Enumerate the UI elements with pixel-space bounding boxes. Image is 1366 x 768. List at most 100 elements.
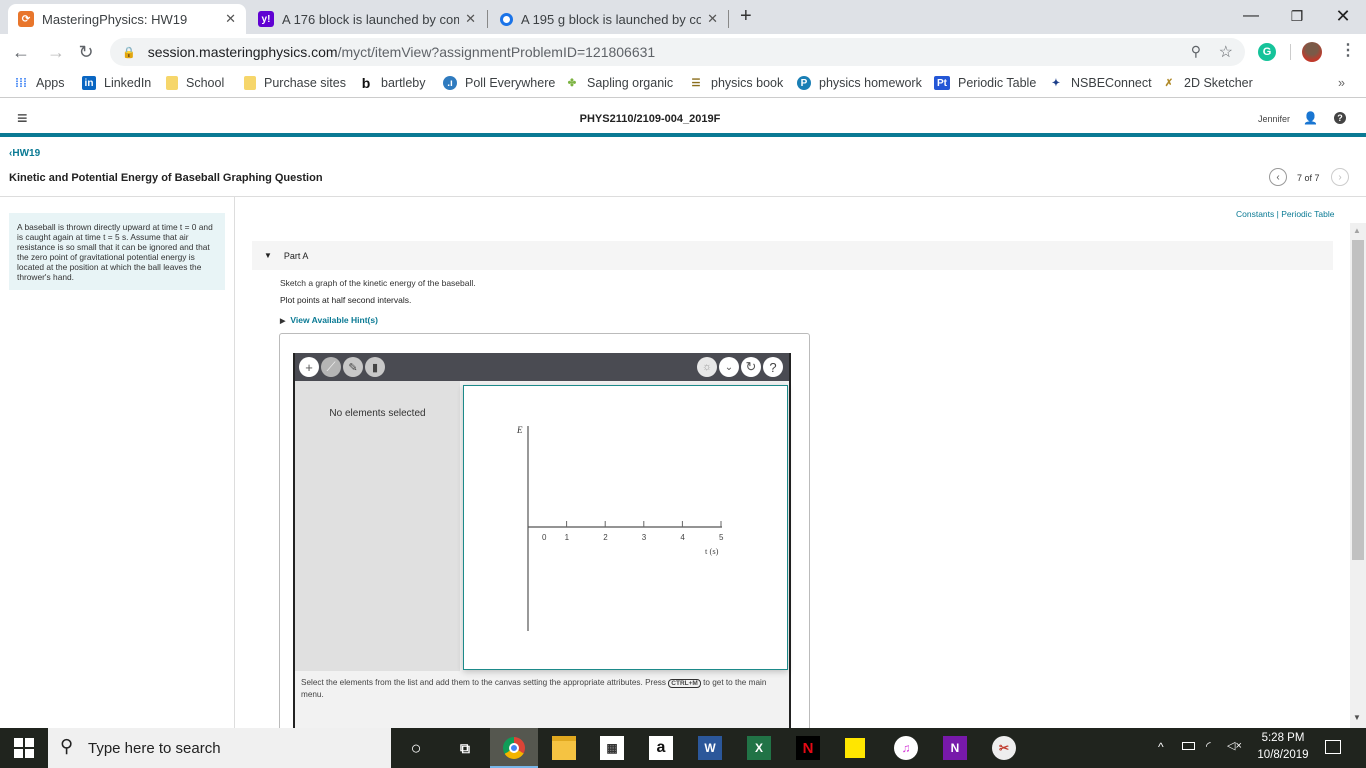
bookmark-physics-book[interactable]: ☰ physics book	[689, 76, 784, 90]
chevron-down-icon[interactable]: ⌄	[719, 357, 739, 377]
restore-button[interactable]: ❐	[1274, 0, 1320, 32]
bookmark-nsbeconnect[interactable]: ✦ NSBEConnect	[1049, 76, 1152, 90]
zoom-magnifier-icon[interactable]: ⚲	[1191, 43, 1201, 60]
help-question-icon[interactable]: ?	[763, 357, 783, 377]
snipping-tool-icon[interactable]: ✂	[992, 736, 1016, 760]
bookmark-periodic-table[interactable]: Pt Periodic Table	[934, 76, 1036, 90]
graph-canvas[interactable]: E 0 1 2 3 4 5 t (s)	[463, 385, 788, 670]
browser-toolbar: ← → ↻ 🔒 session.masteringphysics.com/myc…	[0, 34, 1366, 70]
trash-icon[interactable]: ▮	[365, 357, 385, 377]
file-explorer-icon[interactable]	[552, 736, 576, 760]
pearson-icon: P	[797, 76, 811, 90]
tab-other-answer[interactable]: A 195 g block is launched by con ✕	[490, 4, 728, 34]
help-icon[interactable]: ?	[1334, 112, 1346, 124]
excel-icon[interactable]: X	[747, 736, 771, 760]
previous-problem-button[interactable]: ‹	[1269, 168, 1287, 186]
bookmark-sapling[interactable]: ✤ Sapling organic	[565, 76, 673, 90]
minimize-button[interactable]: —	[1228, 0, 1274, 32]
bookmark-school[interactable]: School	[166, 76, 224, 90]
part-a-header[interactable]: ▼ Part A	[252, 241, 1333, 270]
onenote-icon[interactable]: N	[943, 736, 967, 760]
bookmark-apps[interactable]: ⁞⁞⁞ Apps	[14, 76, 65, 90]
add-point-pen-icon[interactable]: ✎	[343, 357, 363, 377]
wifi-icon[interactable]: ◜	[1206, 739, 1211, 753]
bookmark-2d-sketcher[interactable]: ✗ 2D Sketcher	[1162, 76, 1253, 90]
constants-periodic-table-link[interactable]: Constants | Periodic Table	[1236, 209, 1334, 219]
bookmark-label: Periodic Table	[958, 76, 1037, 90]
tab-masteringphysics[interactable]: ⟳ MasteringPhysics: HW19 ✕	[8, 4, 246, 34]
view-hints-link[interactable]: ▶ View Available Hint(s)	[280, 315, 378, 325]
tool-instructions: Select the elements from the list and ad…	[301, 677, 785, 700]
bookmark-label: LinkedIn	[104, 76, 152, 90]
clock-date[interactable]: 10/8/2019	[1254, 749, 1312, 761]
word-icon[interactable]: W	[698, 736, 722, 760]
microsoft-store-icon[interactable]: ▦	[600, 736, 624, 760]
sticky-notes-icon[interactable]	[845, 738, 865, 758]
bookmark-poll-everywhere[interactable]: .ı Poll Everywhere	[443, 76, 555, 90]
windows-start-icon[interactable]	[14, 738, 34, 758]
address-bar[interactable]: 🔒 session.masteringphysics.com/myct/item…	[110, 38, 1245, 66]
graphing-tool: + ⟋ ✎ ▮ ☼ ⌄ ↻ ? No elements selected E 0…	[293, 353, 791, 733]
caret-down-icon: ▼	[264, 251, 272, 260]
masteringphysics-favicon-icon: ⟳	[18, 11, 34, 27]
element-properties-panel: No elements selected	[295, 381, 460, 671]
tab-yahoo-answers[interactable]: y! A 176 block is launched by comp ✕	[248, 4, 486, 34]
user-name[interactable]: Jennifer	[1258, 114, 1290, 124]
cortana-circle-icon[interactable]: ○	[404, 736, 428, 760]
bookmark-linkedin[interactable]: in LinkedIn	[82, 76, 151, 90]
page-scrollbar[interactable]: ▲ ▼	[1350, 223, 1366, 728]
hint-link-label: View Available Hint(s)	[290, 315, 378, 325]
taskbar-search-box[interactable]: ⚲ Type here to search	[48, 728, 391, 768]
caret-right-icon: ▶	[280, 318, 286, 325]
back-to-assignment-link[interactable]: ‹HW19	[9, 148, 40, 159]
volume-muted-icon[interactable]: ◁×	[1227, 739, 1242, 752]
close-tab-icon[interactable]: ✕	[225, 11, 236, 27]
bookmark-purchase-sites[interactable]: Purchase sites	[244, 76, 346, 90]
new-tab-button[interactable]: +	[740, 5, 752, 28]
clock-time[interactable]: 5:28 PM	[1258, 732, 1308, 744]
grammarly-icon[interactable]: G	[1258, 43, 1276, 61]
forward-arrow-icon[interactable]: →	[46, 42, 66, 63]
close-tab-icon[interactable]: ✕	[465, 11, 476, 27]
tab-separator	[487, 10, 488, 28]
close-window-button[interactable]: ✕	[1320, 0, 1366, 32]
scrollbar-thumb[interactable]	[1352, 240, 1364, 560]
scroll-up-arrow-icon[interactable]: ▲	[1353, 226, 1361, 235]
profile-avatar[interactable]	[1302, 42, 1322, 62]
part-label: Part A	[283, 250, 309, 261]
bookmark-label: physics book	[711, 76, 784, 90]
x-tick-label: 5	[719, 533, 724, 542]
bookmark-label: Sapling organic	[587, 76, 674, 90]
more-bookmarks-button[interactable]: »	[1338, 76, 1345, 90]
next-problem-button[interactable]: ›	[1331, 168, 1349, 186]
chegg-favicon-icon	[500, 12, 513, 26]
browser-menu-icon[interactable]: ⋮	[1340, 40, 1356, 60]
itunes-icon[interactable]: ♫	[894, 736, 918, 760]
reset-icon[interactable]: ↻	[741, 357, 761, 377]
user-icon[interactable]: 👤	[1303, 111, 1318, 125]
keyboard-shortcut: CTRL+M	[668, 679, 701, 688]
back-arrow-icon[interactable]: ←	[11, 42, 31, 63]
graph-svg[interactable]: E 0 1 2 3 4 5 t (s)	[464, 386, 786, 668]
chrome-taskbar-button[interactable]	[490, 728, 538, 768]
x-axis-label: t (s)	[705, 546, 719, 556]
site-header: ≡ PHYS2110/2109-004_2019F Jennifer 👤 ?	[0, 99, 1366, 137]
poll-everywhere-icon: .ı	[443, 76, 457, 90]
show-hidden-icons-chevron-icon[interactable]: ^	[1158, 740, 1164, 754]
delete-line-icon[interactable]: ⟋	[321, 357, 341, 377]
book-stack-icon: ☰	[691, 77, 701, 89]
reload-icon[interactable]: ↻	[76, 42, 96, 63]
close-tab-icon[interactable]: ✕	[707, 11, 718, 27]
lightbulb-hint-icon[interactable]: ☼	[697, 357, 717, 377]
bookmark-bartleby[interactable]: b bartleby	[359, 75, 426, 91]
add-element-icon[interactable]: +	[299, 357, 319, 377]
bookmark-label: Poll Everywhere	[465, 76, 556, 90]
bookmark-physics-homework[interactable]: Pphysics homework	[797, 76, 922, 90]
amazon-icon[interactable]: a	[649, 736, 673, 760]
battery-icon[interactable]	[1182, 742, 1195, 750]
scroll-down-arrow-icon[interactable]: ▼	[1353, 713, 1361, 722]
action-center-icon[interactable]	[1325, 740, 1341, 754]
task-view-icon[interactable]: ⧉	[453, 736, 477, 760]
netflix-icon[interactable]: N	[796, 736, 820, 760]
bookmark-star-icon[interactable]: ☆	[1219, 42, 1233, 62]
